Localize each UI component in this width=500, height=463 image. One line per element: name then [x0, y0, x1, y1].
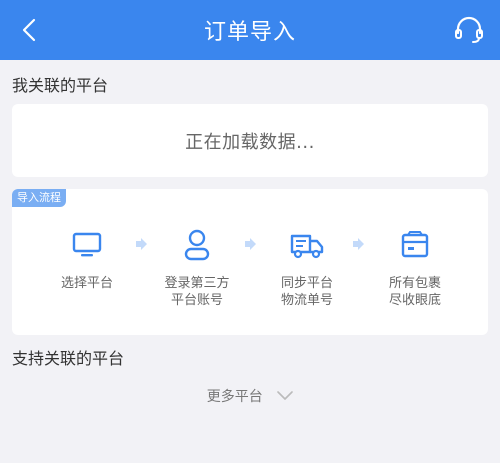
page-title: 订单导入	[203, 20, 296, 45]
monitor-icon	[72, 232, 102, 257]
flow-step-label: 平台账号	[170, 293, 223, 308]
import-flow-tag: 导入流程	[12, 189, 66, 207]
supported-platforms-title: 支持关联的平台	[12, 349, 125, 368]
chevron-down-icon	[277, 391, 294, 400]
linked-platforms-title: 我关联的平台	[12, 76, 109, 95]
loading-text: 正在加载数据...	[185, 131, 315, 153]
truck-icon	[290, 234, 324, 259]
flow-step-packages: 所有包裹 尽收眼底	[360, 227, 470, 309]
back-arrow-icon	[22, 18, 36, 42]
flow-step-label: 选择平台	[60, 276, 113, 291]
flow-step-label: 登录第三方	[164, 276, 230, 291]
flow-step-label: 物流单号	[280, 293, 333, 308]
user-icon	[184, 229, 210, 261]
linked-platforms-card: 正在加载数据...	[12, 104, 488, 177]
back-button[interactable]	[14, 14, 44, 46]
flow-step-select-platform: 选择平台	[32, 227, 142, 292]
box-icon	[401, 231, 429, 258]
more-platforms-button[interactable]: 更多平台	[0, 386, 500, 406]
customer-service-button[interactable]	[452, 14, 486, 46]
flow-step-label: 所有包裹	[388, 276, 441, 291]
app-header: 订单导入	[0, 0, 500, 60]
flow-step-label: 同步平台	[280, 276, 333, 291]
more-platforms-label: 更多平台	[206, 389, 263, 405]
headset-icon	[455, 16, 483, 43]
import-flow-card: 导入流程 选择平台 登录第三方 平台账号 同步平台 物流单号 所有包裹 尽收眼底	[12, 189, 488, 335]
flow-step-sync: 同步平台 物流单号	[252, 227, 362, 309]
flow-step-label: 尽收眼底	[388, 293, 441, 308]
flow-step-login: 登录第三方 平台账号	[142, 227, 252, 309]
